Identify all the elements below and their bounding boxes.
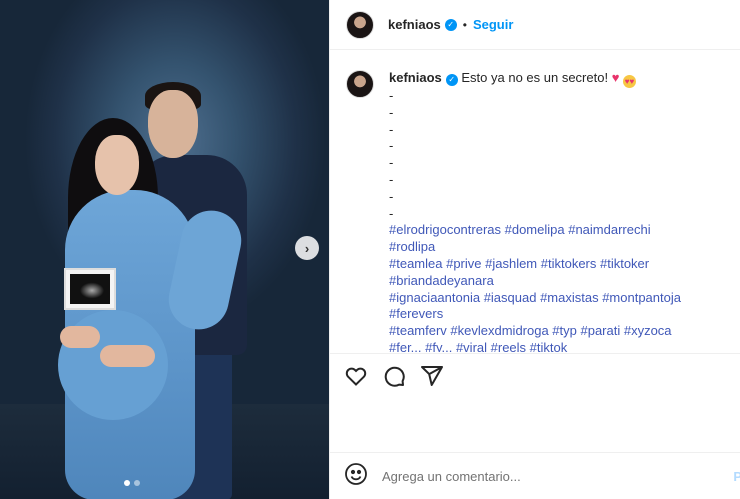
caption-dash: - bbox=[389, 88, 394, 103]
caption-dash: - bbox=[389, 104, 394, 120]
hashtag-list: #elrodrigocontreras #domelipa #naimdarre… bbox=[389, 222, 681, 352]
caption-body: kefniaos ✓ Esto ya no es un secreto! ♥ ♥♥… bbox=[389, 70, 681, 352]
comment-icon[interactable] bbox=[382, 364, 406, 393]
caption-dash: - bbox=[389, 138, 394, 154]
post-modal: › kefniaos ✓ • Seguir kefniaos ✓ Esto ya … bbox=[0, 0, 740, 499]
carousel-dot bbox=[134, 480, 140, 486]
caption-section: kefniaos ✓ Esto ya no es un secreto! ♥ ♥♥… bbox=[346, 70, 724, 352]
separator-dot: • bbox=[462, 17, 467, 32]
author-avatar[interactable] bbox=[346, 10, 374, 39]
caption-dash: - bbox=[389, 155, 394, 171]
hashtag-line[interactable]: #teamlea #prive #jashlem #tiktokers #tik… bbox=[389, 256, 649, 271]
carousel-dot-active bbox=[124, 480, 130, 486]
heart-eyes-emoji-icon: ♥♥ bbox=[623, 75, 637, 88]
caption-author-avatar[interactable] bbox=[346, 70, 374, 98]
hashtag-line[interactable]: #fer... #fy... #viral #reels #tiktok bbox=[389, 340, 567, 352]
emoji-icon[interactable] bbox=[344, 462, 368, 491]
hashtag-line[interactable]: #ignaciaantonia #iasquad #maxistas #mont… bbox=[389, 290, 681, 305]
author-username[interactable]: kefniaos bbox=[388, 17, 441, 32]
hashtag-line[interactable]: #teamferv #kevlexdmidroga #typ #parati #… bbox=[389, 323, 672, 338]
caption-text: Esto ya no es un secreto! bbox=[461, 70, 609, 85]
caption-author-username[interactable]: kefniaos bbox=[389, 70, 442, 85]
heart-icon[interactable] bbox=[344, 364, 368, 393]
verified-badge-icon: ✓ bbox=[445, 74, 458, 87]
verified-badge-icon: ✓ bbox=[444, 18, 457, 31]
post-photo[interactable]: › bbox=[0, 0, 329, 499]
carousel-dots bbox=[124, 480, 140, 486]
post-details-panel: kefniaos ✓ • Seguir kefniaos ✓ Esto ya no… bbox=[329, 0, 740, 499]
post-comment-button[interactable]: P bbox=[733, 469, 740, 484]
comment-bar: P bbox=[330, 452, 740, 499]
hashtag-line[interactable]: #ferevers bbox=[389, 306, 443, 321]
carousel-next-button[interactable]: › bbox=[295, 236, 319, 260]
caption-dash: - bbox=[389, 188, 394, 204]
post-actions bbox=[330, 353, 740, 403]
hashtag-line[interactable]: #rodlipa bbox=[389, 239, 435, 254]
caption-dash: - bbox=[389, 171, 394, 187]
pink-heart-emoji-icon: ♥ bbox=[611, 70, 620, 85]
share-icon[interactable] bbox=[420, 364, 444, 393]
post-header: kefniaos ✓ • Seguir bbox=[330, 0, 740, 50]
ultrasound-photo bbox=[64, 268, 116, 310]
hashtag-line[interactable]: #briandadeyanara bbox=[389, 273, 494, 288]
follow-button[interactable]: Seguir bbox=[473, 17, 513, 32]
caption-dash: - bbox=[389, 205, 394, 221]
caption-dash: - bbox=[389, 121, 394, 137]
hashtag-line[interactable]: #elrodrigocontreras #domelipa #naimdarre… bbox=[389, 222, 651, 237]
comment-input[interactable] bbox=[382, 468, 702, 484]
